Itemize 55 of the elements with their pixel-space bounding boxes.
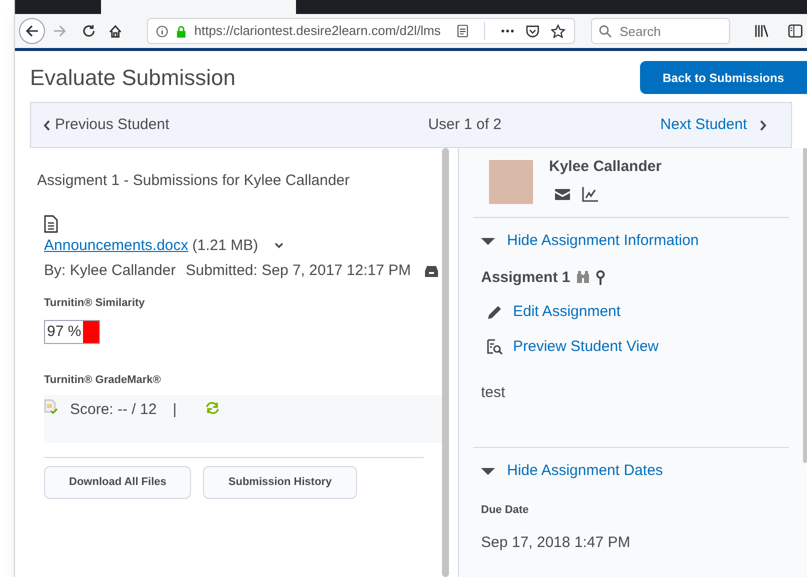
- lock-icon: [176, 24, 186, 38]
- score-separator: |: [172, 400, 177, 420]
- document-magnifier-icon: [487, 338, 503, 355]
- edit-assignment-link[interactable]: Edit Assignment: [513, 301, 621, 324]
- url-text: https://clariontest.desire2learn.com/d2l/lms: [194, 22, 441, 40]
- reload-icon[interactable]: [82, 24, 96, 38]
- back-button[interactable]: [19, 18, 44, 44]
- library-icon[interactable]: [754, 24, 768, 38]
- back-to-submissions-button[interactable]: Back to Submissions: [640, 61, 807, 94]
- similarity-score-box[interactable]: 97 %: [44, 320, 100, 344]
- file-size: (1.21 MB): [192, 236, 258, 256]
- sidebar-icon[interactable]: [788, 24, 803, 38]
- pencil-icon: [487, 304, 503, 320]
- user-position-text: User 1 of 2: [428, 114, 502, 135]
- page-title: Evaluate Submission: [30, 64, 236, 92]
- search-icon: [598, 25, 612, 38]
- due-date-value: Sep 17, 2018 1:47 PM: [481, 532, 632, 552]
- document-icon: [44, 214, 58, 232]
- profile-photo-placeholder: [489, 160, 533, 204]
- similarity-label: Turnitin® Similarity: [44, 296, 146, 310]
- hide-information-toggle[interactable]: Hide Assignment Information: [481, 230, 699, 252]
- preview-student-view-link[interactable]: Preview Student View: [513, 336, 659, 358]
- grademark-label: Turnitin® GradeMark®: [44, 373, 162, 388]
- assignment-title: Assigment 1: [481, 268, 570, 288]
- search-field[interactable]: Search: [590, 18, 730, 44]
- more-icon[interactable]: [500, 29, 514, 33]
- reader-view-icon[interactable]: [456, 24, 468, 38]
- submission-heading: Assigment 1 - Submissions for Kylee Callander: [37, 171, 351, 191]
- chevron-down-icon[interactable]: [274, 242, 284, 250]
- info-icon: [156, 24, 168, 38]
- next-student-link[interactable]: Next Student: [660, 114, 779, 136]
- mail-icon[interactable]: [555, 188, 570, 200]
- address-bar[interactable]: https://clariontest.desire2learn.com/d2l/lms: [146, 18, 575, 44]
- grademark-score: Score: -- / 12: [70, 400, 157, 420]
- due-date-label: Due Date: [481, 503, 530, 518]
- download-all-files-button[interactable]: Download All Files: [44, 466, 192, 498]
- submission-history-button[interactable]: Submission History: [203, 466, 357, 498]
- pocket-icon[interactable]: [526, 24, 540, 38]
- key-icon: [596, 270, 606, 286]
- binoculars-icon: [576, 271, 590, 284]
- file-link[interactable]: Announcements.docx: [44, 234, 188, 257]
- chart-icon[interactable]: [582, 186, 598, 202]
- chevron-right-icon: [759, 120, 767, 130]
- hide-dates-toggle[interactable]: Hide Assignment Dates: [481, 460, 663, 482]
- previous-student-link[interactable]: Previous Student: [43, 114, 170, 136]
- inbox-icon[interactable]: [424, 264, 439, 278]
- submitted-by-text: By: Kylee Callander: [44, 261, 176, 281]
- chevron-left-icon: [43, 120, 51, 130]
- similarity-score: 97 %: [46, 322, 82, 342]
- submitted-date-text: Submitted: Sep 7, 2017 12:17 PM: [186, 261, 411, 281]
- back-arrow-icon: [24, 24, 39, 38]
- student-name: Kylee Callander: [549, 157, 662, 177]
- assignment-description: test: [481, 383, 506, 403]
- home-icon[interactable]: [108, 24, 123, 38]
- star-icon[interactable]: [551, 24, 566, 38]
